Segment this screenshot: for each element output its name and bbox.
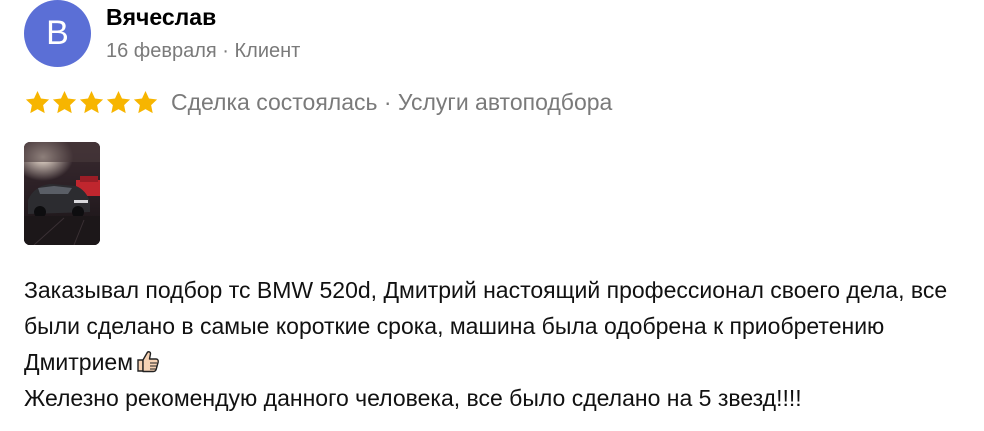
- star-icon: [78, 89, 105, 116]
- review-text: Заказывал подбор тс BMW 520d, Дмитрий на…: [24, 272, 974, 416]
- star-icon: [24, 89, 51, 116]
- review-photo-thumbnail[interactable]: [24, 142, 100, 245]
- author-name[interactable]: Вячеслав: [106, 4, 216, 31]
- rating-row: Сделка состоялась · Услуги автоподбора: [24, 88, 612, 116]
- review-meta: 16 февраля · Клиент: [106, 40, 301, 62]
- avatar[interactable]: B: [24, 0, 91, 67]
- review-line-1: Заказывал подбор тс BMW 520d, Дмитрий на…: [24, 277, 948, 375]
- review-paragraph: Заказывал подбор тс BMW 520d, Дмитрий на…: [24, 272, 974, 380]
- thumbs-up-icon: [135, 348, 161, 374]
- star-icon: [132, 89, 159, 116]
- review-paragraph: Железно рекомендую данного человека, все…: [24, 385, 802, 411]
- star-icon: [51, 89, 78, 116]
- avatar-letter: B: [46, 14, 69, 52]
- car-photo: [24, 142, 100, 245]
- deal-info: Сделка состоялась · Услуги автоподбора: [171, 88, 613, 115]
- star-rating: [24, 89, 159, 116]
- star-icon: [105, 89, 132, 116]
